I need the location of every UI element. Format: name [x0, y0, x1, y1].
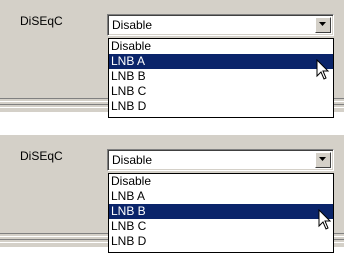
mouse-pointer-icon	[316, 59, 330, 80]
option-lnb-a[interactable]: LNB A	[109, 189, 333, 204]
diseqc-panel-1: DiSEqC Disable Disable LNB A LNB B LNB C…	[0, 0, 344, 118]
option-lnb-a[interactable]: LNB A	[109, 54, 333, 69]
diseqc-dropdown-list[interactable]: Disable LNB A LNB B LNB C LNB D	[108, 38, 334, 118]
chevron-down-icon	[319, 157, 326, 161]
mouse-pointer-icon	[318, 209, 332, 230]
option-lnb-c[interactable]: LNB C	[109, 219, 333, 234]
diseqc-label: DiSEqC	[20, 149, 63, 163]
combobox-value: Disable	[112, 18, 153, 32]
option-lnb-d[interactable]: LNB D	[109, 234, 333, 249]
diseqc-label: DiSEqC	[20, 14, 63, 28]
option-lnb-d[interactable]: LNB D	[109, 99, 333, 114]
diseqc-dropdown-list[interactable]: Disable LNB A LNB B LNB C LNB D	[108, 173, 334, 253]
option-lnb-c[interactable]: LNB C	[109, 84, 333, 99]
dropdown-button[interactable]	[315, 17, 331, 33]
diseqc-panel-2: DiSEqC Disable Disable LNB A LNB B LNB C…	[0, 135, 344, 253]
combobox-value: Disable	[112, 153, 153, 167]
diseqc-combobox[interactable]: Disable	[107, 149, 334, 171]
diseqc-combobox[interactable]: Disable	[107, 14, 334, 36]
option-lnb-b[interactable]: LNB B	[109, 69, 333, 84]
dropdown-button[interactable]	[315, 152, 331, 168]
option-disable[interactable]: Disable	[109, 174, 333, 189]
option-disable[interactable]: Disable	[109, 39, 333, 54]
chevron-down-icon	[319, 22, 326, 26]
option-lnb-b[interactable]: LNB B	[109, 204, 333, 219]
